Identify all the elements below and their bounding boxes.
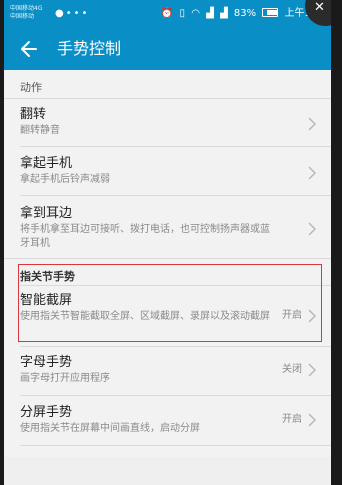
close-icon: ✕ <box>314 0 325 15</box>
carrier-line-2: 中国移动 <box>10 13 35 20</box>
divider <box>20 146 331 147</box>
setting-title: 拿到耳边 <box>20 206 73 221</box>
phone-screen: 中国移动4G 中国移动 ●••• ⏰ ▯ ◠ ▟ ▟ 83% 上午10:3 ✕ … <box>4 0 331 485</box>
chevron-right-icon <box>308 222 316 236</box>
carrier-info: 中国移动4G 中国移动 <box>10 5 42 21</box>
divider <box>20 346 331 347</box>
setting-title: 智能截屏 <box>20 293 73 308</box>
back-arrow-icon <box>21 41 37 57</box>
chevron-right-icon <box>308 166 316 180</box>
signal-icon: ▟ <box>206 8 214 19</box>
setting-pickup[interactable]: 拿起手机 拿起手机后铃声减弱 <box>4 155 331 187</box>
divider <box>20 395 331 396</box>
close-overlay-button[interactable]: ✕ <box>305 0 331 26</box>
back-button[interactable] <box>14 34 44 64</box>
setting-description: 画字母打开应用程序 <box>20 373 110 384</box>
battery-icon <box>262 8 279 17</box>
carrier-line-1: 中国移动4G <box>10 5 43 12</box>
setting-state: 开启 <box>282 414 302 425</box>
chat-bubble-icon: ● <box>55 8 66 19</box>
battery-percent: 83% <box>233 8 257 19</box>
divider <box>4 98 331 99</box>
chevron-right-icon <box>308 117 316 131</box>
ellipsis-icon: ••• <box>65 8 90 19</box>
section-header-actions: 动作 <box>20 81 42 94</box>
app-bar: 手势控制 <box>4 28 331 70</box>
section-header-knuckle: 指关节手势 <box>20 270 75 283</box>
page-title: 手势控制 <box>57 39 122 58</box>
status-right: ⏰ ▯ ◠ ▟ ▟ 83% 上午10:3 <box>158 7 327 20</box>
battery-fill <box>267 10 278 15</box>
signal-2-icon: ▟ <box>220 8 228 19</box>
setting-title: 翻转 <box>20 107 47 122</box>
setting-state: 关闭 <box>282 364 302 375</box>
setting-description: 翻转静音 <box>20 125 60 136</box>
wifi-icon: ◠ <box>191 8 200 19</box>
divider <box>20 285 331 286</box>
setting-state: 开启 <box>282 310 302 321</box>
chevron-right-icon <box>308 363 316 377</box>
divider <box>20 445 331 446</box>
alarm-icon: ⏰ <box>160 8 174 19</box>
setting-ear[interactable]: 拿到耳边 将手机拿至耳边可接听、拨打电话，也可控制扬声器或蓝牙耳机 <box>4 205 331 251</box>
status-bar: 中国移动4G 中国移动 ●••• ⏰ ▯ ◠ ▟ ▟ 83% 上午10:3 ✕ <box>4 0 331 28</box>
setting-description: 使用指关节智能截取全屏、区域截屏、录屏以及滚动截屏 <box>20 311 270 322</box>
setting-description: 将手机拿至耳边可接听、拨打电话，也可控制扬声器或蓝牙耳机 <box>20 224 270 249</box>
divider <box>20 195 331 196</box>
chevron-right-icon <box>308 309 316 323</box>
setting-description: 使用指关节在屏幕中间画直线，启动分屏 <box>20 423 200 434</box>
setting-flip[interactable]: 翻转 翻转静音 <box>4 106 331 138</box>
notification-icons: ●••• <box>55 8 89 20</box>
vibrate-icon: ▯ <box>179 8 186 19</box>
chevron-right-icon <box>308 413 316 427</box>
divider <box>4 258 331 259</box>
setting-title: 拿起手机 <box>20 156 73 171</box>
bottom-area <box>4 457 331 485</box>
setting-description: 拿起手机后铃声减弱 <box>20 174 110 185</box>
